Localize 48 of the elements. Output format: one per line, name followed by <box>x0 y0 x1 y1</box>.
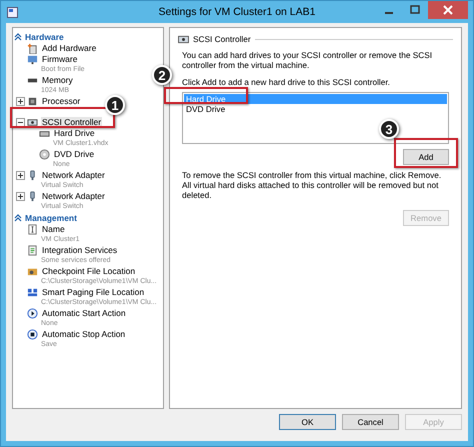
collapse-icon[interactable] <box>14 214 22 222</box>
tree-item[interactable]: Add Hardware <box>41 43 98 54</box>
description-text: You can add hard drives to your SCSI controller or remove the SCSI controller from the virtual machine. <box>182 50 434 70</box>
expand-icon[interactable] <box>16 97 25 106</box>
tree-item[interactable]: Network Adapter <box>41 191 106 202</box>
tree-item[interactable]: DVD Drive <box>53 149 96 160</box>
integration-icon <box>27 245 38 256</box>
list-item[interactable]: DVD Drive <box>184 104 447 114</box>
instruction-text: Click Add to add a new hard drive to this SCSI controller. <box>182 77 391 87</box>
highlight-frame <box>394 138 458 168</box>
tree-item[interactable]: Checkpoint File Location <box>41 266 157 277</box>
settings-icon <box>7 6 18 18</box>
dialog-button[interactable]: Cancel <box>342 414 399 430</box>
tree-item[interactable]: Processor <box>41 96 82 107</box>
tree-item[interactable]: Network Adapter <box>41 170 106 181</box>
tree-item[interactable]: Memory <box>41 75 74 86</box>
tree-item[interactable]: Integration Services <box>41 245 118 256</box>
collapse-icon[interactable] <box>16 118 25 127</box>
controller-icon <box>27 117 38 128</box>
stop-icon <box>27 329 38 340</box>
add-button[interactable]: Add <box>403 149 449 165</box>
group-title: SCSI Controller <box>193 34 251 44</box>
close-button[interactable] <box>428 1 468 19</box>
firmware-icon <box>27 54 38 65</box>
section-header: Management <box>25 213 77 223</box>
start-icon <box>27 308 38 319</box>
window-title: Settings for VM Cluster1 on LAB1 <box>158 6 316 18</box>
section-header: Hardware <box>25 32 64 42</box>
collapse-icon[interactable] <box>14 33 22 41</box>
tree-item[interactable]: Name <box>41 224 80 235</box>
add-icon <box>27 43 38 54</box>
tree-item[interactable]: Automatic Start Action <box>41 308 127 319</box>
tree-item[interactable]: Automatic Stop Action <box>41 329 126 340</box>
controller-icon <box>178 34 189 44</box>
tree-item[interactable]: Smart Paging File Location <box>41 287 157 298</box>
network-icon <box>27 191 38 202</box>
expand-icon[interactable] <box>16 192 25 201</box>
tree-item[interactable]: Firmware <box>41 54 85 65</box>
processor-icon <box>27 96 38 107</box>
paging-icon <box>27 287 38 298</box>
remove-description: To remove the SCSI controller from this virtual machine, click Remove. All virtual hard disks attached to this controller will be removed but not deleted. <box>182 170 442 200</box>
dvd-icon <box>39 149 50 160</box>
checkpoint-icon <box>27 266 38 277</box>
dialog-button[interactable]: OK <box>279 414 336 430</box>
tree-item[interactable]: Hard Drive <box>53 128 108 139</box>
network-icon <box>27 170 38 181</box>
expand-icon[interactable] <box>16 171 25 180</box>
name-icon <box>27 224 38 235</box>
